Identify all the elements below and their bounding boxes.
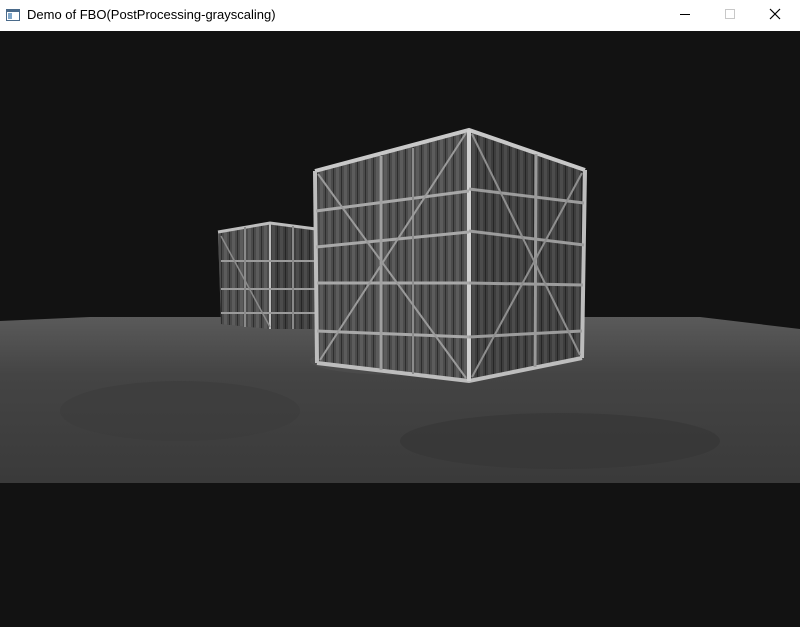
maximize-button[interactable]: [707, 0, 753, 31]
maximize-icon: [724, 7, 736, 25]
front-crate: [313, 127, 587, 384]
close-icon: [769, 7, 781, 25]
back-crate: [217, 221, 317, 329]
minimize-button[interactable]: [662, 0, 708, 31]
title-bar[interactable]: Demo of FBO(PostProcessing-grayscaling): [0, 0, 800, 31]
rendered-scene: [0, 127, 800, 627]
app-window-icon: [6, 8, 20, 21]
close-button[interactable]: [752, 0, 798, 31]
viewport-letterbox: [0, 483, 800, 627]
minimize-icon: [679, 7, 691, 25]
app-window: Demo of FBO(PostProcessing-grayscaling): [0, 0, 800, 627]
render-viewport[interactable]: [0, 31, 800, 627]
window-title: Demo of FBO(PostProcessing-grayscaling): [27, 7, 276, 22]
